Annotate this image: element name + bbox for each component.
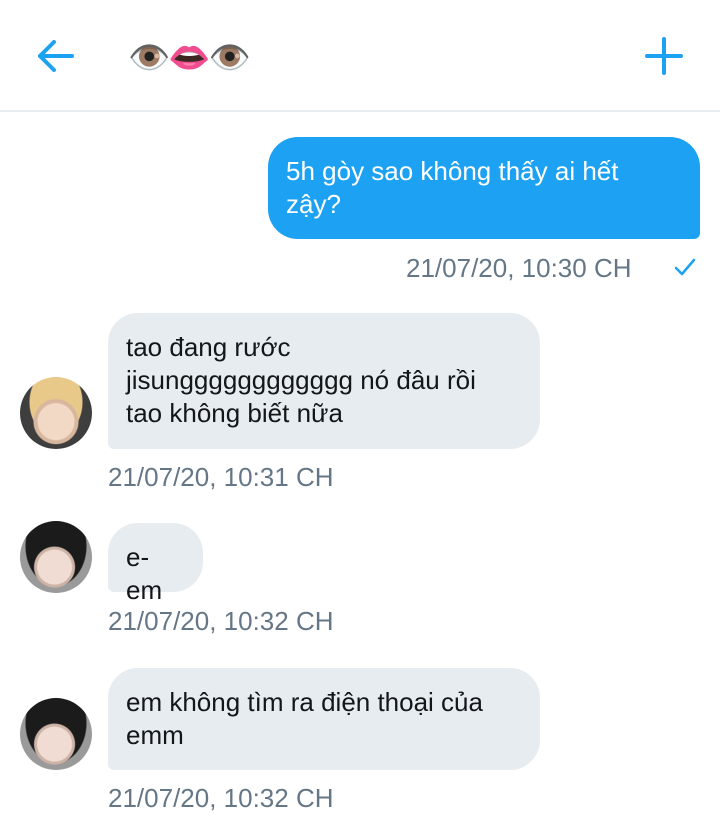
message-timestamp: 21/07/20, 10:30 CH [406, 253, 632, 283]
message-line: jisungggggggggggg nó đâu rồi [126, 365, 476, 395]
message-bubble-received[interactable]: tao đang rước jisungggggggggggg nó đâu r… [108, 313, 540, 449]
message-line: zậy? [286, 189, 341, 219]
avatar[interactable] [20, 521, 92, 593]
message-line: emm [126, 720, 184, 750]
message-line: 5h gòy sao không thấy ai hết [286, 156, 619, 186]
back-arrow-icon[interactable] [34, 36, 78, 76]
message-timestamp: 21/07/20, 10:32 CH [108, 606, 334, 636]
plus-icon[interactable] [642, 36, 686, 76]
conversation-title: 👁️👄👁️ [128, 38, 251, 78]
message-timestamp: 21/07/20, 10:31 CH [108, 462, 334, 492]
avatar[interactable] [20, 377, 92, 449]
message-line: em không tìm ra điện thoại của [126, 687, 483, 717]
avatar[interactable] [20, 698, 92, 770]
conversation-header: 👁️👄👁️ [0, 0, 720, 112]
message-line: tao đang rước [126, 332, 291, 362]
message-bubble-sent[interactable]: 5h gòy sao không thấy ai hết zậy? [268, 137, 700, 239]
message-timestamp: 21/07/20, 10:32 CH [108, 783, 334, 813]
message-bubble-received[interactable]: em không tìm ra điện thoại của emm [108, 668, 540, 770]
message-line: e-em [126, 542, 163, 605]
check-icon [674, 256, 696, 283]
message-line: tao không biết nữa [126, 398, 343, 428]
message-bubble-received[interactable]: e-em [108, 523, 203, 605]
